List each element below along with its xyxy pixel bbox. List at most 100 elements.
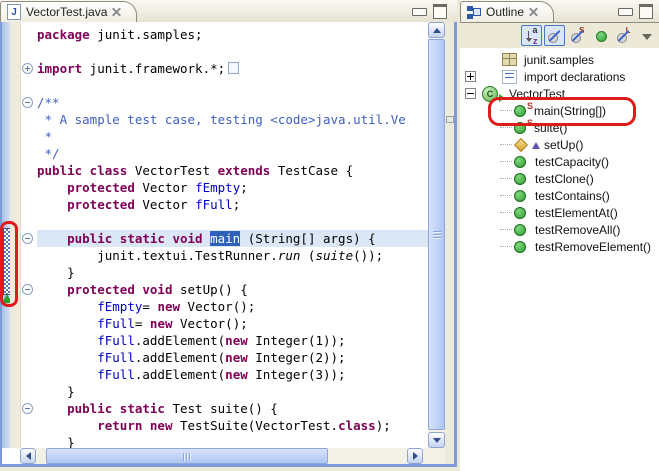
fold-minus-icon[interactable] (22, 233, 33, 244)
scroll-down-button[interactable] (428, 432, 445, 448)
code-token: fFull (97, 333, 135, 348)
outline-item-label: setUp() (544, 138, 583, 152)
fold-minus-icon[interactable] (22, 284, 33, 295)
code-token: protected (67, 180, 135, 195)
outline-item[interactable]: import declarations (460, 68, 659, 85)
tree-guide (500, 161, 512, 162)
code-token: import (37, 61, 82, 76)
expander-plus-icon[interactable] (465, 71, 476, 82)
hide-local-types-button[interactable]: L (613, 25, 634, 46)
code-line[interactable]: protected void setUp() { (37, 281, 428, 298)
outline-item[interactable]: testCapacity() (460, 153, 659, 170)
scroll-left-button[interactable] (20, 448, 36, 464)
code-line[interactable]: fFull.addElement(new Integer(1)); (37, 332, 428, 349)
outline-item[interactable]: Smain(String[]) (460, 102, 659, 119)
scroll-right-button[interactable] (407, 448, 423, 464)
hide-fields-button[interactable] (544, 25, 565, 46)
code-line[interactable]: import junit.framework.*; (37, 60, 428, 77)
outline-tab-close-icon[interactable] (529, 7, 539, 17)
scroll-up-button[interactable] (428, 22, 445, 38)
code-line[interactable]: fFull.addElement(new Integer(3)); (37, 366, 428, 383)
arrow-down-icon (433, 438, 441, 443)
tree-guide (500, 127, 512, 128)
outline-item[interactable]: setUp() (460, 136, 659, 153)
runnable-adornment-icon (499, 94, 505, 102)
code-token: protected void (67, 282, 172, 297)
code-token: ()); (353, 248, 383, 263)
editor-tab-close-icon[interactable] (112, 7, 122, 17)
outline-item[interactable]: Ssuite() (460, 119, 659, 136)
sort-button[interactable]: az (521, 25, 542, 46)
sort-letter: z (533, 36, 538, 46)
code-line[interactable]: fFull= new Vector(); (37, 315, 428, 332)
editor-maximize-button[interactable] (433, 4, 447, 19)
vertical-scrollbar[interactable] (428, 22, 445, 448)
outline-item-label: testContains() (535, 189, 610, 203)
code-token (203, 231, 211, 246)
code-line[interactable]: return new TestSuite(VectorTest.class); (37, 417, 428, 434)
outline-item[interactable]: testElementAt() (460, 204, 659, 221)
hide-non-public-button[interactable] (590, 25, 611, 46)
horizontal-scrollbar-thumb[interactable] (46, 448, 328, 464)
code-line[interactable]: } (37, 264, 428, 281)
fold-minus-icon[interactable] (22, 97, 33, 108)
code-line[interactable]: public class VectorTest extends TestCase… (37, 162, 428, 179)
code-token (37, 418, 97, 433)
code-token: TestCase { (270, 163, 353, 178)
code-token: Vector(); (173, 316, 248, 331)
outline-item[interactable]: testRemoveElement() (460, 238, 659, 255)
horizontal-scrollbar[interactable] (2, 448, 454, 464)
code-token: /** (37, 95, 60, 110)
code-token (37, 367, 97, 382)
code-line[interactable]: * (37, 128, 428, 145)
code-line[interactable]: fFull.addElement(new Integer(2)); (37, 349, 428, 366)
code-line[interactable]: package junit.samples; (37, 26, 428, 43)
view-menu-button[interactable] (636, 25, 657, 46)
hide-static-members-button[interactable]: S (567, 25, 588, 46)
public-method-icon (514, 224, 526, 236)
outline-item[interactable]: CVectorTest (460, 85, 659, 102)
code-line[interactable]: } (37, 434, 428, 448)
outline-item[interactable]: testClone() (460, 170, 659, 187)
hide-static-icon: S (570, 28, 586, 44)
java-file-icon: J (7, 4, 21, 20)
vertical-scrollbar-thumb[interactable] (428, 39, 445, 430)
code-line[interactable]: public static void main (String[] args) … (37, 230, 428, 247)
fold-minus-icon[interactable] (22, 403, 33, 414)
code-line[interactable]: protected Vector fEmpty; (37, 179, 428, 196)
code-token: (String[] args) { (240, 231, 375, 246)
code-line[interactable]: * A sample test case, testing <code>java… (37, 111, 428, 128)
outline-item-label: VectorTest (509, 87, 565, 101)
editor-tab[interactable]: J VectorTest.java (0, 1, 137, 22)
code-line[interactable]: /** (37, 94, 428, 111)
outline-tab[interactable]: Outline (460, 1, 554, 22)
code-token: .addElement( (135, 367, 225, 382)
fold-plus-icon[interactable] (22, 63, 33, 74)
code-line[interactable] (37, 77, 428, 94)
outline-item-label: testRemoveElement() (535, 240, 651, 254)
code-area[interactable]: package junit.samples; import junit.frame… (34, 22, 428, 448)
outline-maximize-button[interactable] (639, 4, 653, 19)
code-token: package (37, 27, 90, 42)
code-line[interactable]: fEmpty= new Vector(); (37, 298, 428, 315)
outline-minimize-button[interactable] (618, 8, 633, 16)
code-line[interactable]: } (37, 383, 428, 400)
import-container-icon (502, 70, 517, 84)
code-token: public class (37, 163, 127, 178)
code-line[interactable]: public static Test suite() { (37, 400, 428, 417)
code-line[interactable]: protected Vector fFull; (37, 196, 428, 213)
outline-item[interactable]: testContains() (460, 187, 659, 204)
outline-item-label: testElementAt() (535, 206, 618, 220)
expander-minus-icon[interactable] (465, 88, 476, 99)
tree-guide (500, 229, 512, 230)
editor-minimize-button[interactable] (412, 8, 427, 16)
outline-item[interactable]: testRemoveAll() (460, 221, 659, 238)
code-line[interactable] (37, 43, 428, 60)
code-token: public static void (67, 231, 202, 246)
overview-occurrence-marker[interactable] (446, 116, 454, 123)
outline-item[interactable]: junit.samples (460, 51, 659, 68)
code-line[interactable] (37, 213, 428, 230)
code-line[interactable]: */ (37, 145, 428, 162)
code-line[interactable]: junit.textui.TestRunner.run (suite()); (37, 247, 428, 264)
outline-tab-label: Outline (486, 5, 524, 19)
